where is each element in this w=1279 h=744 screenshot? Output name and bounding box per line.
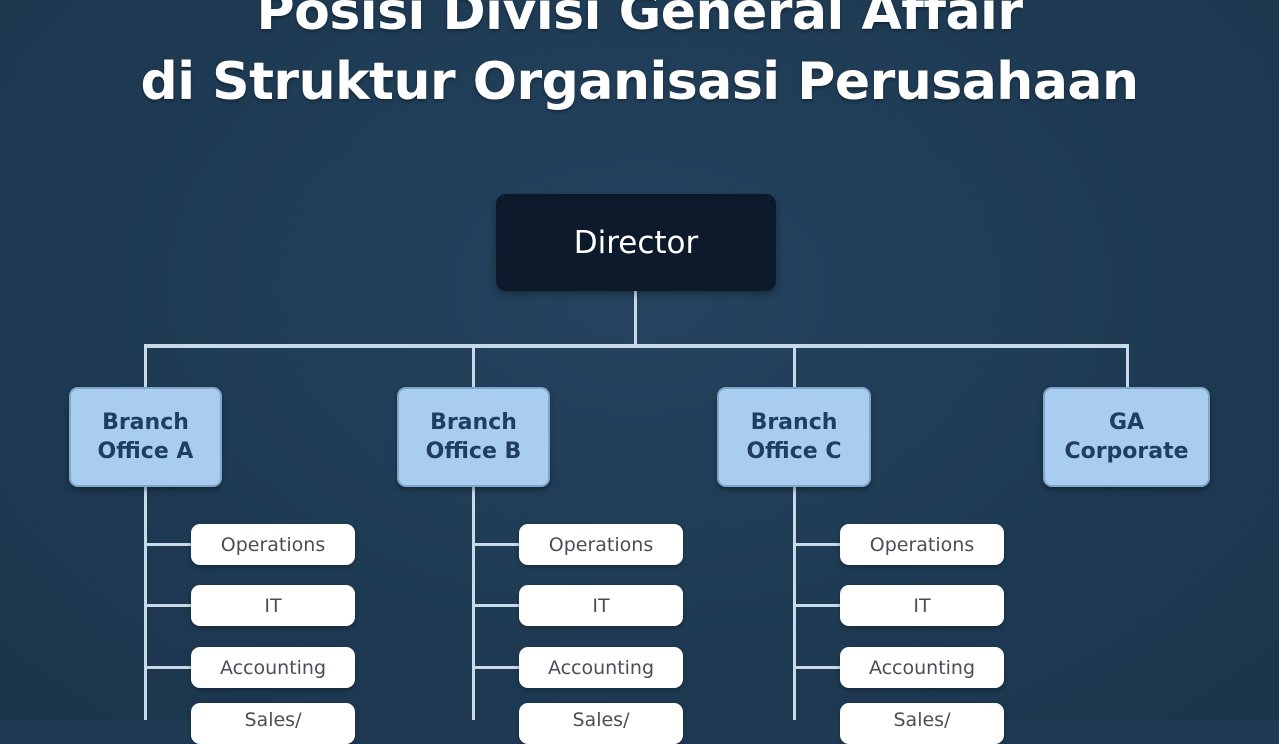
dept-label: IT	[913, 594, 931, 617]
dept-label: Operations	[548, 533, 654, 556]
dept-label: Operations	[869, 533, 975, 556]
dept-label: Operations	[220, 533, 326, 556]
branch-label-line1: Branch	[430, 410, 517, 435]
branch-office-c-node: Branch Office C	[717, 387, 871, 487]
dept-sales-a: Sales/	[191, 703, 355, 744]
dept-label: Sales/	[893, 709, 951, 731]
stub	[474, 666, 520, 669]
branch-office-a-node: Branch Office A	[69, 387, 222, 487]
branch-label-line2: Corporate	[1064, 439, 1189, 464]
branch-label-line1: Branch	[102, 410, 189, 435]
dept-operations-b: Operations	[519, 524, 683, 565]
stub	[146, 666, 192, 669]
stub	[474, 604, 520, 607]
branch-label-line2: Office A	[97, 439, 194, 464]
stub	[795, 543, 841, 546]
stub	[795, 666, 841, 669]
dept-label: IT	[264, 594, 282, 617]
connector-horizontal-bus	[144, 344, 1129, 348]
dept-operations-a: Operations	[191, 524, 355, 565]
dept-label: Accounting	[868, 656, 976, 679]
title-line-2: di Struktur Organisasi Perusahaan	[140, 52, 1139, 112]
dept-label: Accounting	[219, 656, 327, 679]
branch-label-line2: Office B	[425, 439, 522, 464]
branch-label-line2: Office C	[746, 439, 842, 464]
connector-branch-a	[144, 346, 147, 388]
stub	[795, 604, 841, 607]
connector-branch-c	[793, 346, 796, 388]
dept-it-b: IT	[519, 585, 683, 626]
connector-branch-b	[472, 346, 475, 388]
dept-accounting-a: Accounting	[191, 647, 355, 688]
stub	[474, 543, 520, 546]
branch-office-b-node: Branch Office B	[397, 387, 550, 487]
dept-sales-c: Sales/	[840, 703, 1004, 744]
connector-ga-corporate	[1126, 346, 1129, 388]
title-line-1: Posisi Divisi General Affair	[256, 0, 1023, 42]
dept-label: Sales/	[572, 709, 630, 731]
dept-operations-c: Operations	[840, 524, 1004, 565]
dept-label: Accounting	[547, 656, 655, 679]
dept-sales-b: Sales/	[519, 703, 683, 744]
dept-label: Sales/	[244, 709, 302, 731]
branch-label-line1: Branch	[750, 410, 838, 435]
director-label: Director	[573, 224, 699, 261]
ga-corporate-node: GA Corporate	[1043, 387, 1210, 487]
stub	[146, 604, 192, 607]
dept-label: IT	[592, 594, 610, 617]
dept-it-c: IT	[840, 585, 1004, 626]
dept-accounting-c: Accounting	[840, 647, 1004, 688]
connector-director-down	[634, 291, 637, 346]
dept-accounting-b: Accounting	[519, 647, 683, 688]
director-node: Director	[496, 194, 776, 291]
stub	[146, 543, 192, 546]
branch-label-line1: GA	[1108, 410, 1145, 435]
dept-it-a: IT	[191, 585, 355, 626]
